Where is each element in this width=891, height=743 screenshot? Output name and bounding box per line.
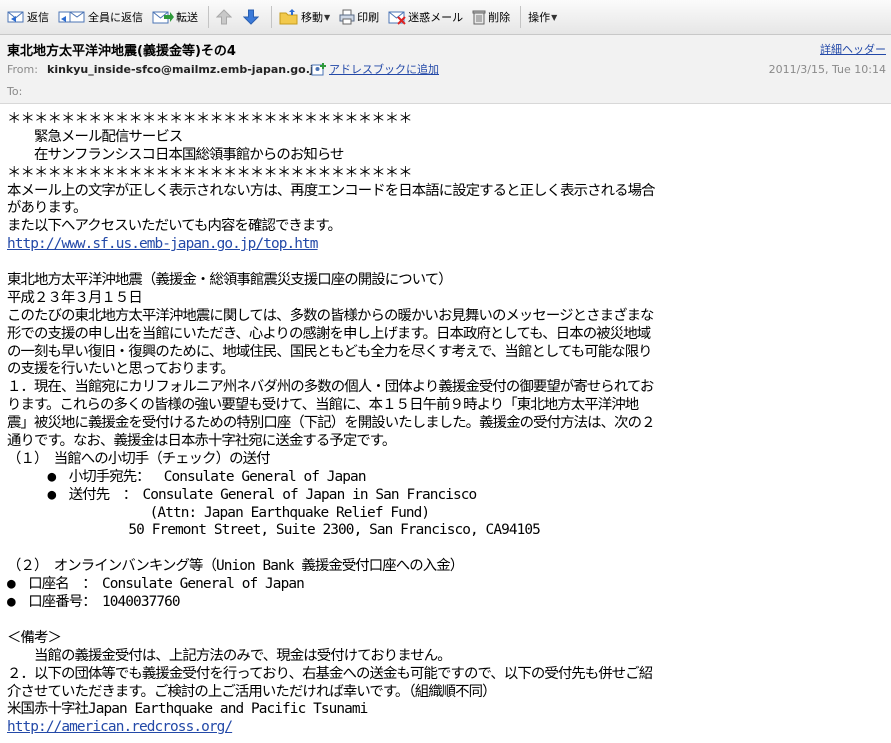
operation-menu-button[interactable]: 操作 ▼: [525, 4, 560, 30]
body-line: ります。これらの多くの皆様の強い要望も受けて、当館に、本１５日午前９時より「東北…: [7, 397, 639, 414]
body-line: 本メール上の文字が正しく表示されない方は、再度エンコードを日本語に設定すると正し…: [7, 182, 655, 199]
chevron-down-icon: ▼: [324, 12, 331, 22]
message-header: 東北地方太平洋沖地震(義援金等)その4 詳細ヘッダー From: kinkyu_…: [0, 35, 891, 104]
spam-button[interactable]: 迷惑メール: [385, 4, 466, 30]
body-line: の支援を行いたいと思っております。: [7, 361, 235, 378]
operation-label: 操作: [528, 11, 551, 24]
body-line: [7, 540, 887, 558]
reply-all-icon: [58, 11, 85, 23]
body-link[interactable]: http://www.sf.us.emb-japan.go.jp/top.htm: [7, 236, 318, 252]
delete-label: 削除: [488, 11, 511, 24]
move-button[interactable]: 移動 ▼: [276, 4, 333, 30]
body-line: ＊＊＊＊＊＊＊＊＊＊＊＊＊＊＊＊＊＊＊＊＊＊＊＊＊＊＊＊＊＊: [7, 111, 413, 127]
message-toolbar: 返信 全員に返信 転送 移動 ▼ 印刷 迷惑メール 削除 操作 ▼: [0, 0, 891, 35]
body-line: ＊＊＊＊＊＊＊＊＊＊＊＊＊＊＊＊＊＊＊＊＊＊＊＊＊＊＊＊＊＊: [7, 164, 413, 181]
to-label: To:: [7, 85, 23, 98]
body-line: 在サンフランシスコ日本国総領事館からのお知らせ: [7, 146, 344, 163]
forward-icon: [152, 11, 174, 24]
body-line: ２．以下の団体等でも義援金受付を行っており、右基金への送金も可能ですので、以下の…: [7, 665, 653, 682]
body-line: ● 送付先 ： Consulate General of Japan in Sa…: [7, 486, 477, 503]
body-line: 形での支援の申し出を当館にいただき、心よりの感謝を申し上げます。日本政府としても…: [7, 325, 651, 342]
body-line: 50 Fremont Street, Suite 2300, San Franc…: [7, 522, 540, 539]
add-to-addressbook-label: アドレスブックに追加: [329, 63, 439, 76]
message-subject: 東北地方太平洋沖地震(義援金等)その4: [7, 44, 236, 59]
print-label: 印刷: [357, 11, 380, 24]
forward-button[interactable]: 転送: [149, 4, 201, 30]
body-line: ● 口座名 ： Consulate General of Japan: [7, 576, 305, 593]
add-contact-icon: [311, 62, 326, 75]
add-to-addressbook-link[interactable]: アドレスブックに追加: [311, 61, 439, 77]
reply-all-button[interactable]: 全員に返信: [55, 4, 146, 30]
spam-mail-icon: [388, 11, 406, 25]
arrow-down-icon: [243, 9, 259, 25]
reply-icon: [7, 11, 24, 23]
body-line: このたびの東北地方太平洋沖地震に関しては、多数の皆様からの暖かいお見舞いのメッセ…: [7, 307, 654, 324]
body-line: (Attn: Japan Earthquake Relief Fund): [7, 504, 430, 521]
body-line: 介させていただきます。ご検討の上ご活用いただければ幸いです。（組織順不同）: [7, 683, 497, 700]
body-line: 当館の義援金受付は、上記方法のみで、現金は受付けておりません。: [7, 647, 452, 664]
body-line: ● 口座番号： 1040037760: [7, 594, 181, 611]
move-label: 移動: [301, 11, 323, 24]
body-line: ● 小切手宛先： Consulate General of Japan: [7, 468, 366, 485]
body-line: （１） 当館への小切手（チェック）の送付: [7, 450, 271, 467]
chevron-down-icon: ▼: [551, 12, 558, 22]
body-line: の一刻も早い復旧・復興のために、地域住民、国民ともども全力を尽くす考えで、当館と…: [7, 343, 653, 360]
printer-icon: [339, 9, 355, 25]
body-line: http://www.sf.us.emb-japan.go.jp/top.htm: [7, 236, 887, 254]
body-line: 震」被災地に義援金を受付けるための特別口座（下記）を開設いたしました。義援金の受…: [7, 415, 655, 432]
body-line: 通りです。なお、義援金は日本赤十字社宛に送金する予定です。: [7, 433, 396, 450]
arrow-up-icon: [216, 9, 232, 25]
body-line: 緊急メール配信サービス: [7, 128, 183, 145]
previous-message-button[interactable]: [213, 4, 237, 30]
forward-label: 転送: [176, 11, 198, 24]
reply-all-label: 全員に返信: [88, 11, 143, 24]
next-message-button[interactable]: [240, 4, 264, 30]
message-body: ＊＊＊＊＊＊＊＊＊＊＊＊＊＊＊＊＊＊＊＊＊＊＊＊＊＊＊＊＊＊ 緊急メール配信サー…: [7, 111, 887, 737]
toolbar-divider: [208, 6, 209, 28]
toolbar-divider: [520, 6, 522, 28]
body-line: （２） オンラインバンキング等（Union Bank 義援金受付口座への入金）: [7, 558, 464, 575]
body-link[interactable]: http://american.redcross.org/: [7, 719, 233, 735]
reply-button[interactable]: 返信: [4, 4, 52, 30]
body-line: [7, 612, 887, 630]
body-line: 平成２３年３月１５日: [7, 289, 143, 306]
spam-label: 迷惑メール: [408, 11, 464, 24]
from-address: kinkyu_inside-sfco@mailmz.emb-japan.go.j…: [47, 63, 322, 76]
trash-icon: [472, 10, 486, 25]
folder-move-icon: [279, 9, 298, 25]
reply-label: 返信: [27, 11, 49, 24]
body-line: １．現在、当館宛にカリフォルニア州ネバダ州の多数の個人・団体より義援金受付の御要…: [7, 379, 654, 396]
message-date: 2011/3/15, Tue 10:14: [768, 63, 886, 76]
print-button[interactable]: 印刷: [336, 4, 382, 30]
toolbar-divider: [271, 6, 272, 28]
body-line: 東北地方太平洋沖地震（義援金・総領事館震災支援口座の開設について）: [7, 272, 453, 289]
body-line: [7, 254, 887, 272]
delete-button[interactable]: 削除: [469, 4, 513, 30]
body-line: ＜備考＞: [7, 629, 62, 646]
body-line: があります。: [7, 200, 87, 217]
body-line: また以下へアクセスいただいても内容を確認できます。: [7, 218, 342, 235]
detail-header-link[interactable]: 詳細ヘッダー: [820, 41, 886, 57]
body-line: 米国赤十字社Japan Earthquake and Pacific Tsuna…: [7, 701, 368, 718]
from-label: From:: [7, 63, 38, 76]
body-line: http://american.redcross.org/: [7, 719, 887, 737]
